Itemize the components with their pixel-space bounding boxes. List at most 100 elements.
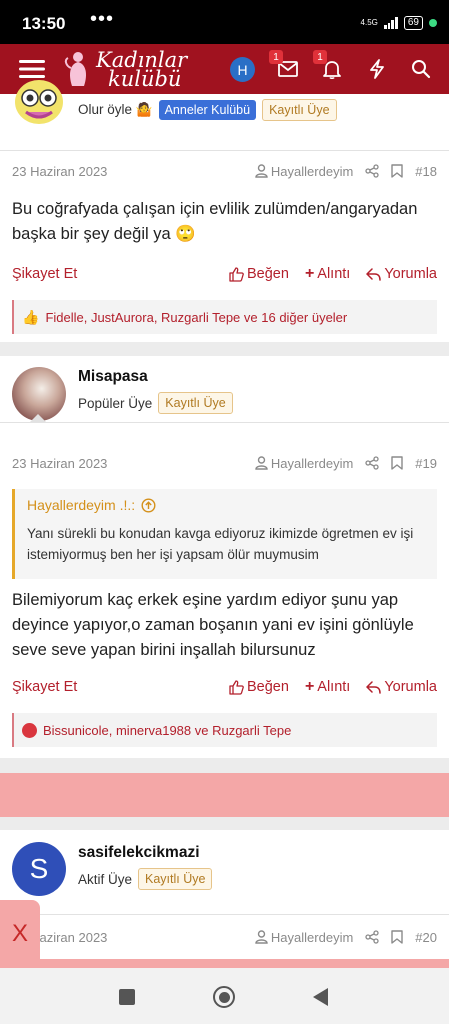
like-button[interactable]: Beğen — [229, 266, 289, 282]
search-button[interactable] — [405, 53, 437, 85]
site-header: Kadınlar kulübü H 1 1 — [0, 44, 449, 94]
messages-button[interactable]: 1 — [269, 50, 304, 85]
signal-icon — [383, 17, 398, 29]
alerts-button[interactable]: 1 — [313, 50, 348, 85]
author-info: sasifelekcikmazi Aktif Üye Kayıtlı Üye — [78, 844, 437, 890]
reaction-icon — [22, 722, 37, 738]
reactions-summary[interactable]: Bissunicole, minerva1988 ve Ruzgarli Tep… — [12, 713, 437, 747]
author-title: Popüler Üye — [78, 395, 153, 411]
whats-new-button[interactable] — [361, 53, 393, 85]
member-badge: Kayıtlı Üye — [158, 392, 233, 414]
author-avatar[interactable] — [12, 367, 66, 421]
post-number[interactable]: #20 — [415, 930, 437, 945]
member-badge: Kayıtlı Üye — [262, 99, 337, 121]
home-icon[interactable] — [213, 986, 235, 1008]
reply-arrow-icon — [366, 680, 382, 694]
reply-button[interactable]: Yorumla — [366, 266, 437, 282]
thumbs-up-icon — [229, 679, 244, 695]
report-label: Şikayet Et — [12, 679, 78, 695]
quote-label: Alıntı — [317, 679, 351, 695]
camera-indicator-icon — [429, 19, 437, 27]
quoted-user-name: Hayallerdeyim — [270, 929, 354, 945]
report-button[interactable]: Şikayet Et — [12, 679, 77, 695]
arrow-up-circle-icon — [141, 497, 156, 513]
plus-icon: + — [304, 265, 315, 282]
post-meta-tools: Hayallerdeyim #18 — [255, 164, 437, 179]
post-meta: 23 Haziran 2023 Hayallerdeyim #19 — [12, 453, 437, 473]
quote-button[interactable]: + Alıntı — [305, 678, 350, 696]
quoted-user-link[interactable]: Hayallerdeyim — [255, 164, 353, 179]
report-button[interactable]: Şikayet Et — [12, 266, 77, 282]
reply-button[interactable]: Yorumla — [366, 679, 437, 695]
quoted-user-name: Hayallerdeyim — [270, 455, 354, 471]
author-username[interactable]: Misapasa — [78, 368, 437, 386]
back-icon[interactable] — [313, 988, 328, 1006]
quote-text: Yanı sürekli bu konudan kavga ediyoruz i… — [27, 526, 414, 562]
divider — [0, 150, 449, 151]
author-avatar[interactable] — [12, 80, 66, 128]
ad-close-button[interactable]: X — [0, 900, 40, 968]
reactions-text: Fidelle, JustAurora, Ruzgarli Tepe ve 16… — [45, 309, 348, 325]
author-badges: Popüler Üye Kayıtlı Üye — [78, 392, 437, 414]
battery-icon: 69 — [403, 16, 423, 30]
author-username[interactable]: sasifelekcikmazi — [78, 844, 437, 862]
plus-icon: + — [304, 678, 315, 695]
bookmark-icon[interactable] — [391, 930, 403, 944]
screen: { "status_bar": {"time": "13:50", "dots"… — [0, 0, 449, 1024]
post-date[interactable]: 23 Haziran 2023 — [12, 456, 107, 471]
reply-label: Yorumla — [384, 679, 437, 695]
post-actions: Şikayet Et Beğen + Alıntı Yorumla — [12, 265, 437, 283]
like-button[interactable]: Beğen — [229, 679, 289, 695]
status-indicators: 4.5G 69 — [361, 16, 437, 30]
user-icon — [255, 456, 268, 470]
logo-text-line2: kulübü — [108, 67, 182, 91]
ad-banner[interactable] — [0, 773, 449, 817]
post-number[interactable]: #18 — [415, 164, 437, 179]
post-number[interactable]: #19 — [415, 456, 437, 471]
post-actions: Şikayet Et Beğen + Alıntı Yorumla — [12, 678, 437, 696]
like-label: Beğen — [247, 679, 289, 695]
post-meta: 23 Haziran 2023 Hayallerdeyim #20 — [12, 927, 437, 947]
share-icon[interactable] — [365, 164, 379, 178]
post-body: Bilemiyorum kaç erkek eşine yardım ediyo… — [12, 591, 414, 659]
author-avatar[interactable]: S — [12, 842, 66, 896]
alerts-count-badge: 1 — [313, 50, 327, 64]
reactions-summary[interactable]: 👍 Fidelle, JustAurora, Ruzgarli Tepe ve … — [12, 300, 437, 334]
user-icon — [255, 164, 268, 178]
author-info: Misapasa Popüler Üye Kayıtlı Üye — [78, 368, 437, 414]
quote-author: Hayallerdeyim .!.: — [27, 497, 136, 513]
share-icon[interactable] — [365, 930, 379, 944]
quote-header[interactable]: Hayallerdeyim .!.: — [27, 497, 425, 513]
share-icon[interactable] — [365, 456, 379, 470]
quoted-user-name: Hayallerdeyim — [270, 163, 354, 179]
quoted-user-link[interactable]: Hayallerdeyim — [255, 930, 353, 945]
post-actions-right: Beğen + Alıntı Yorumla — [229, 265, 437, 283]
post-body: Bu coğrafyada çalışan için evlilik zulüm… — [12, 200, 418, 243]
post-date[interactable]: 23 Haziran 2023 — [12, 164, 107, 179]
avatar-pointer — [30, 414, 46, 422]
author-info: Olur öyle 🤷 Anneler Kulübü Kayıtlı Üye — [78, 99, 437, 121]
site-logo[interactable]: Kadınlar kulübü — [62, 48, 192, 91]
home-dot — [218, 991, 230, 1003]
post-meta-tools: Hayallerdeyim #19 — [255, 456, 437, 471]
quoted-user-link[interactable]: Hayallerdeyim — [255, 456, 353, 471]
member-badge: Kayıtlı Üye — [138, 868, 213, 890]
thumbs-up-icon — [229, 266, 244, 282]
author-title: Olur öyle 🤷 — [78, 102, 153, 117]
bookmark-icon[interactable] — [391, 456, 403, 470]
bookmark-icon[interactable] — [391, 164, 403, 178]
search-icon — [412, 60, 431, 79]
divider — [0, 422, 449, 423]
status-more-icon: ••• — [90, 8, 115, 30]
bottom-ad-strip — [0, 959, 449, 968]
group-badge: Anneler Kulübü — [158, 100, 257, 120]
post-card-20: S sasifelekcikmazi Aktif Üye Kayıtlı Üye… — [0, 830, 449, 968]
recents-icon[interactable] — [119, 989, 135, 1005]
post-card-19: Misapasa Popüler Üye Kayıtlı Üye 23 Hazi… — [0, 356, 449, 758]
user-avatar-button[interactable]: H — [230, 57, 255, 82]
lightning-icon — [370, 59, 384, 79]
post-actions-right: Beğen + Alıntı Yorumla — [229, 678, 437, 696]
reply-arrow-icon — [366, 267, 382, 281]
user-icon — [255, 930, 268, 944]
quote-button[interactable]: + Alıntı — [305, 265, 350, 283]
